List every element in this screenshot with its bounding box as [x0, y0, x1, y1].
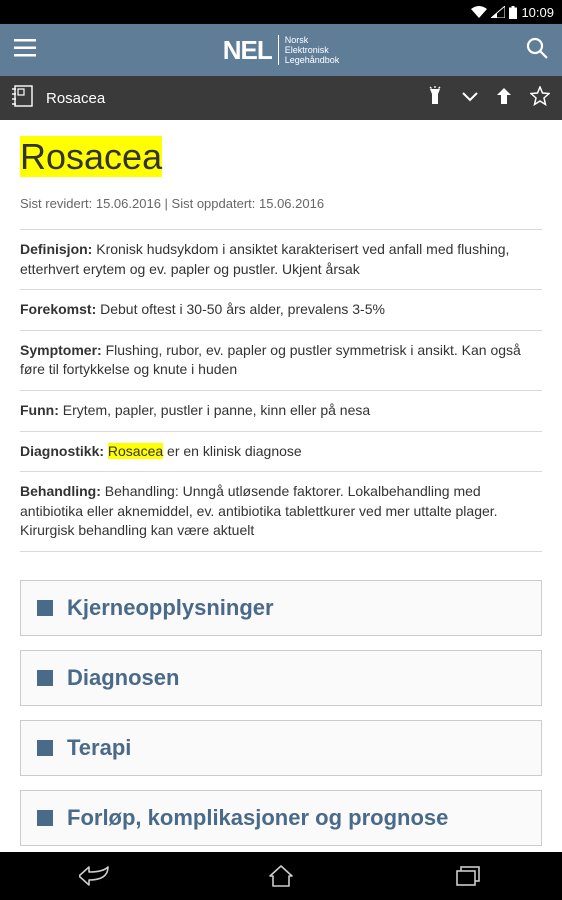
meta-row: Sist revidert: 15.06.2016 | Sist oppdate… — [20, 196, 542, 211]
android-nav-bar — [0, 852, 562, 900]
section-terapi[interactable]: Terapi — [20, 720, 542, 776]
wifi-icon — [471, 6, 487, 18]
star-icon[interactable] — [530, 86, 550, 111]
section-forlop[interactable]: Forløp, komplikasjoner og prognose — [20, 790, 542, 846]
content-area: Rosacea Sist revidert: 15.06.2016 | Sist… — [0, 120, 562, 852]
section-bullet-icon — [37, 740, 53, 756]
summary-item-symptomer: Symptomer: Flushing, rubor, ev. papler o… — [20, 330, 542, 390]
arrow-up-icon[interactable] — [496, 87, 512, 110]
status-bar: 10:09 — [0, 0, 562, 24]
chevron-down-icon[interactable] — [462, 89, 478, 107]
section-bullet-icon — [37, 670, 53, 686]
breadcrumb-actions — [426, 86, 550, 111]
app-header: NEL Norsk Elektronisk Legehåndbok — [0, 24, 562, 76]
flashlight-icon[interactable] — [426, 86, 444, 111]
section-diagnosen[interactable]: Diagnosen — [20, 650, 542, 706]
battery-icon — [509, 6, 517, 19]
home-button[interactable] — [251, 852, 311, 900]
status-time: 10:09 — [521, 5, 554, 20]
logo-main: NEL — [223, 35, 272, 66]
summary-list: Definisjon: Kronisk hudsykdom i ansiktet… — [20, 229, 542, 552]
menu-icon[interactable] — [14, 39, 36, 62]
signal-icon — [491, 6, 505, 18]
logo-subtitle: Norsk Elektronisk Legehåndbok — [278, 35, 340, 65]
logo: NEL Norsk Elektronisk Legehåndbok — [52, 35, 510, 66]
sections-list: Kjerneopplysninger Diagnosen Terapi Forl… — [20, 580, 542, 852]
section-bullet-icon — [37, 600, 53, 616]
notebook-icon — [12, 84, 34, 113]
recent-apps-button[interactable] — [438, 852, 498, 900]
section-kjerneopplysninger[interactable]: Kjerneopplysninger — [20, 580, 542, 636]
summary-item-forekomst: Forekomst: Debut oftest i 30-50 års alde… — [20, 289, 542, 330]
page-title: Rosacea — [20, 136, 542, 178]
breadcrumb-title: Rosacea — [46, 90, 414, 107]
search-icon[interactable] — [526, 37, 548, 64]
back-button[interactable] — [64, 852, 124, 900]
summary-item-behandling: Behandling: Behandling: Unngå utløsende … — [20, 471, 542, 552]
summary-item-definisjon: Definisjon: Kronisk hudsykdom i ansiktet… — [20, 229, 542, 289]
section-bullet-icon — [37, 810, 53, 826]
summary-item-funn: Funn: Erytem, papler, pustler i panne, k… — [20, 390, 542, 431]
breadcrumb-bar: Rosacea — [0, 76, 562, 120]
summary-item-diagnostikk: Diagnostikk: Rosacea er en klinisk diagn… — [20, 431, 542, 472]
